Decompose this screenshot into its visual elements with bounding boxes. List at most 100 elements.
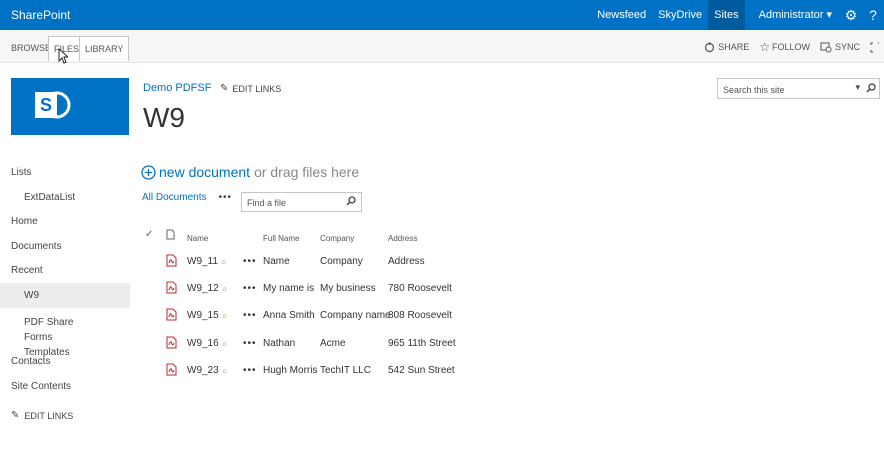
document-type-icon bbox=[166, 229, 175, 240]
edit-links-label: EDIT LINKS bbox=[232, 83, 282, 94]
cell-company: My business bbox=[320, 283, 376, 294]
cell-company: Acme bbox=[320, 338, 346, 349]
pencil-icon: ✎ bbox=[220, 83, 229, 94]
search-icon[interactable] bbox=[866, 82, 876, 93]
column-header-name[interactable]: Name bbox=[187, 234, 208, 243]
pdf-file-icon bbox=[166, 254, 177, 267]
new-item-icon: ☼ bbox=[219, 257, 228, 266]
table-row[interactable]: W9_11 ☼ ••• Name Company Address bbox=[142, 251, 482, 275]
cell-full-name: Hugh Morris bbox=[263, 365, 318, 376]
follow-button[interactable]: ☆ FOLLOW bbox=[759, 40, 810, 54]
file-name-link[interactable]: W9_11 ☼ bbox=[187, 256, 227, 267]
row-menu-ellipsis[interactable]: ••• bbox=[243, 256, 257, 267]
file-name-link[interactable]: W9_12 ☼ bbox=[187, 283, 228, 294]
new-item-icon: ☼ bbox=[220, 339, 229, 348]
file-name: W9_12 bbox=[187, 283, 219, 294]
suite-link-newsfeed[interactable]: Newsfeed bbox=[591, 0, 652, 30]
file-name-link[interactable]: W9_15 ☼ bbox=[187, 310, 228, 321]
nav-item-documents[interactable]: Documents bbox=[0, 234, 130, 259]
column-header-address[interactable]: Address bbox=[388, 234, 417, 243]
page-title: W9 bbox=[143, 102, 185, 133]
drag-files-hint: or drag files here bbox=[254, 164, 360, 180]
view-all-documents[interactable]: All Documents bbox=[142, 192, 206, 203]
find-file-box bbox=[241, 192, 362, 212]
site-search: ▾ bbox=[717, 78, 880, 99]
nav-item-w9[interactable]: W9 bbox=[0, 283, 130, 308]
gear-icon[interactable]: ⚙ bbox=[840, 7, 862, 24]
view-more-ellipsis[interactable]: ••• bbox=[218, 192, 232, 203]
cell-company: TechIT LLC bbox=[320, 365, 371, 376]
suite-link-skydrive[interactable]: SkyDrive bbox=[652, 0, 708, 30]
chevron-down-icon: ▾ bbox=[823, 9, 832, 21]
cell-address: 965 11th Street bbox=[388, 338, 456, 349]
sharepoint-logo-icon: S bbox=[35, 91, 71, 119]
tab-library[interactable]: LIBRARY bbox=[79, 36, 130, 61]
search-input[interactable] bbox=[721, 80, 845, 99]
nav-item-pdf-share-forms-templates[interactable]: PDF Share Forms Templates bbox=[0, 308, 96, 358]
cell-address: 542 Sun Street bbox=[388, 365, 455, 376]
row-menu-ellipsis[interactable]: ••• bbox=[243, 283, 257, 294]
sync-icon bbox=[820, 42, 832, 52]
table-row[interactable]: W9_12 ☼ ••• My name is My business 780 Ro… bbox=[142, 278, 482, 302]
share-button[interactable]: SHARE bbox=[704, 41, 750, 53]
site-logo[interactable]: S bbox=[11, 78, 129, 135]
nav-item-site-contents[interactable]: Site Contents bbox=[0, 374, 130, 399]
row-menu-ellipsis[interactable]: ••• bbox=[243, 338, 257, 349]
nav-item-lists[interactable]: Lists bbox=[0, 160, 130, 185]
search-icon[interactable] bbox=[346, 196, 356, 206]
help-icon[interactable]: ? bbox=[862, 7, 884, 23]
nav-item-recent[interactable]: Recent bbox=[0, 259, 130, 283]
table-row[interactable]: W9_23 ☼ ••• Hugh Morris TechIT LLC 542 Su… bbox=[142, 360, 482, 384]
column-header-company[interactable]: Company bbox=[320, 234, 354, 243]
focus-button[interactable] bbox=[870, 42, 882, 53]
sync-button[interactable]: SYNC bbox=[820, 42, 860, 53]
plus-circle-icon[interactable] bbox=[141, 164, 156, 180]
ribbon: BROWSE FILES LIBRARY SHARE ☆ FOLLOW SYNC bbox=[0, 30, 884, 63]
file-name: W9_23 bbox=[187, 365, 219, 376]
row-menu-ellipsis[interactable]: ••• bbox=[243, 310, 257, 321]
share-label: SHARE bbox=[718, 42, 750, 52]
cell-full-name: Name bbox=[263, 256, 290, 267]
user-menu[interactable]: Administrator ▾ bbox=[751, 0, 840, 30]
file-name-link[interactable]: W9_23 ☼ bbox=[187, 365, 228, 376]
file-name-link[interactable]: W9_16 ☼ bbox=[187, 338, 228, 349]
quick-launch: Lists ExtDataList Home Documents Recent … bbox=[0, 160, 130, 421]
cell-company: Company bbox=[320, 256, 363, 267]
nav-item-home[interactable]: Home bbox=[0, 210, 130, 234]
file-name: W9_16 bbox=[187, 338, 219, 349]
table-row[interactable]: W9_16 ☼ ••• Nathan Acme 965 11th Street bbox=[142, 333, 482, 357]
new-item-icon: ☼ bbox=[220, 284, 229, 293]
cell-address: Address bbox=[388, 256, 425, 267]
site-title-link[interactable]: Demo PDFSF bbox=[143, 82, 211, 94]
nav-item-extdatalist[interactable]: ExtDataList bbox=[0, 185, 130, 210]
table-row[interactable]: W9_15 ☼ ••• Anna Smith Company name 808 R… bbox=[142, 305, 482, 329]
focus-icon bbox=[870, 42, 879, 52]
user-name: Administrator bbox=[758, 9, 824, 21]
row-menu-ellipsis[interactable]: ••• bbox=[243, 365, 257, 376]
sync-label: SYNC bbox=[834, 42, 860, 52]
edit-links-button-top[interactable]: ✎ EDIT LINKS bbox=[220, 83, 281, 94]
search-scope-dropdown-icon[interactable]: ▾ bbox=[855, 82, 860, 93]
tab-browse[interactable]: BROWSE bbox=[11, 43, 51, 53]
cell-company: Company name bbox=[320, 310, 391, 321]
suite-bar: SharePoint Newsfeed SkyDrive Sites Admin… bbox=[0, 0, 884, 30]
edit-links-button-nav[interactable]: ✎ EDIT LINKS bbox=[0, 410, 130, 421]
new-document-link[interactable]: new document bbox=[159, 164, 250, 180]
cell-full-name: Nathan bbox=[263, 338, 296, 349]
cell-address: 808 Roosevelt bbox=[388, 310, 452, 321]
cell-full-name: My name is bbox=[263, 283, 315, 294]
column-header-full-name[interactable]: Full Name bbox=[263, 234, 299, 243]
edit-links-nav-label: EDIT LINKS bbox=[24, 410, 74, 421]
new-document-area: new document or drag files here bbox=[141, 164, 359, 180]
file-name: W9_15 bbox=[187, 310, 219, 321]
find-file-input[interactable] bbox=[245, 194, 349, 212]
ribbon-actions: SHARE ☆ FOLLOW SYNC bbox=[704, 40, 884, 54]
select-all-checkmark-icon[interactable]: ✓ bbox=[145, 229, 153, 240]
follow-label: FOLLOW bbox=[771, 42, 810, 52]
suite-links: Newsfeed SkyDrive Sites Administrator ▾ … bbox=[591, 0, 884, 30]
svg-text:S: S bbox=[40, 95, 52, 115]
sharepoint-brand[interactable]: SharePoint bbox=[11, 8, 70, 22]
suite-link-sites[interactable]: Sites bbox=[708, 0, 745, 30]
cell-address: 780 Roosevelt bbox=[388, 283, 452, 294]
star-icon: ☆ bbox=[759, 40, 770, 54]
